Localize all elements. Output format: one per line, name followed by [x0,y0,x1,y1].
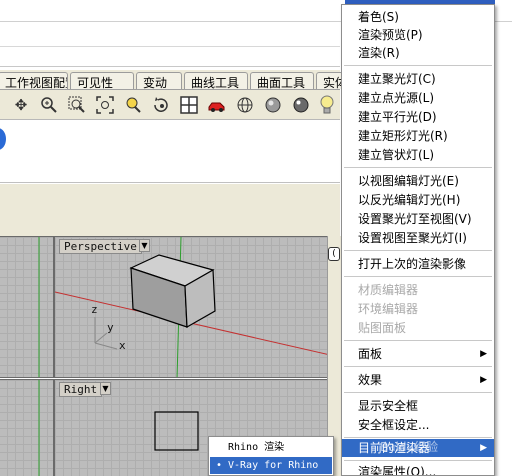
menu-item-point-light[interactable]: 建立点光源(L) [342,89,494,107]
renderer-submenu: Rhino 渲染 • V-Ray for Rhino [208,436,334,476]
menu-item-label: 目前的渲染器 [358,441,431,455]
menu-separator [344,437,492,438]
zoom-extents-icon[interactable] [94,94,116,116]
wireframe-icon[interactable] [234,94,256,116]
submenu-arrow-icon: ▶ [480,349,487,359]
menu-separator [344,366,492,367]
menu-item-material-editor: 材质编辑器 [358,283,419,297]
shaded-icon[interactable] [262,94,284,116]
menu-separator [344,340,492,341]
viewport-front[interactable] [0,379,54,476]
submenu-arrow-icon: ▶ [480,375,487,385]
menu-item-rectangular-light[interactable]: 建立矩形灯光(R) [342,127,494,145]
menu-item-edit-light-by-reflection[interactable]: 以反光编辑灯光(H) [342,191,494,209]
menu-item-directional-light[interactable]: 建立平行光(D) [342,108,494,126]
menu-item-safe-frame-settings[interactable]: 安全框设定... [342,416,494,434]
four-viewports-icon[interactable] [178,94,200,116]
icon-toolbar: ✥ [0,90,340,120]
menu-item-label: 面板 [358,347,383,361]
viewport-title-perspective[interactable]: Perspective [59,239,142,254]
zoom-in-icon[interactable] [38,94,60,116]
tab-workspace-config[interactable]: 工作视图配置 [0,72,68,89]
axis-label-y: y [107,321,114,334]
menu-item-linear-light[interactable]: 建立管状灯(L) [342,146,494,164]
menu-item-show-safe-frame[interactable]: 显示安全框 [342,397,494,415]
tab-visibility[interactable]: 可见性 [70,72,134,89]
command-area[interactable] [0,22,340,67]
menu-item-spotlight-to-view[interactable]: 设置聚光灯至视图(V) [342,210,494,228]
menu-item-label: 效果 [358,373,383,387]
menu-item-edit-light-by-view[interactable]: 以视图编辑灯光(E) [342,172,494,190]
render-menu: 着色(S) 渲染预览(P) 渲染(R) 建立聚光灯(C) 建立点光源(L) 建立… [341,4,495,476]
tab-transform[interactable]: 变动 [136,72,182,89]
menu-separator [344,392,492,393]
menu-item-render[interactable]: 渲染(R) [342,44,494,62]
viewport-header-area [0,184,340,236]
move-icon[interactable]: ✥ [10,94,32,116]
menu-separator [344,276,492,277]
menu-item-environment-editor: 环境编辑器 [358,302,419,316]
viewport-top[interactable] [0,236,54,378]
menu-separator [344,167,492,168]
submenu-item-label: V-Ray for Rhino [228,460,319,471]
tab-curve-tools[interactable]: 曲线工具 [184,72,248,89]
menu-separator [344,250,492,251]
viewport-menu-arrow-icon[interactable]: ▼ [100,382,111,395]
submenu-item-vray[interactable]: • V-Ray for Rhino [210,457,332,474]
submenu-item-rhino-render[interactable]: Rhino 渲染 [210,439,332,456]
zoom-selected-icon[interactable] [122,94,144,116]
menu-separator [344,65,492,66]
viewport-title-right[interactable]: Right [59,382,103,397]
menu-item-texture-panel: 贴图面板 [358,321,407,335]
menu-item-render-preview[interactable]: 渲染预览(P) [342,26,494,44]
menu-item-effects[interactable]: 效果 ▶ [342,371,494,389]
menu-item-shade[interactable]: 着色(S) [342,8,494,26]
axis-label-z: z [91,303,98,316]
menu-item-open-last-render[interactable]: 打开上次的渲染影像 [342,255,494,273]
rotate-view-icon[interactable] [150,94,172,116]
car-render-icon[interactable] [206,94,228,116]
submenu-arrow-icon: ▶ [480,443,487,453]
rendered-icon[interactable] [290,94,312,116]
menu-item-render-properties[interactable]: 渲染属性(O)... [342,463,494,475]
viewport-menu-arrow-icon[interactable]: ▼ [139,239,150,252]
side-panel-tab[interactable]: ( [328,247,340,261]
menu-item-spotlight[interactable]: 建立聚光灯(C) [342,70,494,88]
properties-pane [0,121,340,183]
viewport-perspective[interactable]: Perspective ▼ z y x [54,236,329,378]
menu-item-view-to-spotlight[interactable]: 设置视图至聚光灯(I) [342,229,494,247]
axis-label-x: x [119,339,126,352]
zoom-window-icon[interactable] [66,94,88,116]
command-divider [0,46,340,47]
menu-item-current-renderer[interactable]: 目前的渲染器 ▶ [342,439,494,457]
toolbar-tab-strip: 工作视图配置 可见性 变动 曲线工具 曲面工具 实体 [0,70,346,90]
tab-surface-tools[interactable]: 曲面工具 [250,72,314,89]
menu-separator [344,460,492,461]
selected-bullet-icon: • [216,460,223,471]
menu-item-panels[interactable]: 面板 ▶ [342,345,494,363]
light-bulb-icon[interactable] [316,94,338,116]
